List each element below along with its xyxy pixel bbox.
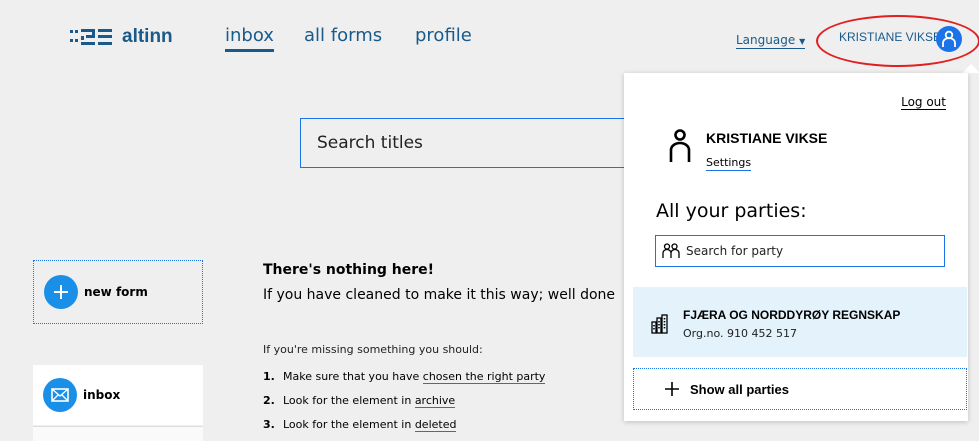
envelope-icon (43, 378, 77, 412)
missing-hint: If you're missing something you should: (263, 343, 483, 356)
party-search-input[interactable] (686, 244, 926, 258)
nav-profile[interactable]: profile (415, 25, 472, 46)
party-org-number: Org.no. 910 452 517 (683, 327, 797, 340)
dropdown-caret (962, 64, 979, 73)
search-input[interactable] (317, 133, 617, 153)
people-icon (662, 243, 680, 258)
language-label: Language (736, 33, 796, 47)
nav-inbox[interactable]: inbox (225, 25, 274, 52)
empty-state-subtitle: If you have cleaned to make it this way;… (263, 287, 616, 303)
person-icon (669, 129, 691, 162)
show-all-parties-button[interactable]: Show all parties (633, 368, 967, 410)
archive-link[interactable]: archive (414, 394, 456, 408)
plus-icon (44, 275, 78, 309)
parties-heading: All your parties: (656, 200, 807, 222)
profile-name: KRISTIANE VIKSE (706, 130, 828, 146)
plus-icon (665, 382, 679, 396)
chosen-party-link[interactable]: chosen the right party (422, 370, 546, 384)
language-menu[interactable]: Language ▼ (736, 33, 806, 49)
caret-down-icon: ▼ (799, 37, 806, 46)
sidebar-item-label: inbox (83, 388, 121, 402)
highlight-annotation (816, 15, 979, 67)
profile-dropdown: Log out KRISTIANE VIKSE Settings All you… (624, 73, 968, 421)
new-form-label: new form (84, 285, 148, 299)
list-item: 3. Look for the element in deleted (263, 418, 457, 432)
show-all-label: Show all parties (690, 381, 789, 397)
search-box[interactable] (300, 118, 660, 168)
party-name: FJÆRA OG NORDDYRØY REGNSKAP (683, 308, 901, 322)
sidebar-item-inbox[interactable]: inbox (33, 365, 203, 425)
party-search-box[interactable] (655, 235, 945, 267)
nav-all-forms[interactable]: all forms (304, 25, 382, 46)
list-item: 1. Make sure that you have chosen the rig… (263, 370, 546, 384)
tips-list: 1. Make sure that you have chosen the rig… (263, 370, 546, 441)
sidebar-item-next[interactable] (33, 426, 203, 441)
settings-link[interactable]: Settings (706, 156, 752, 171)
brand-name: altinn (122, 26, 173, 47)
logout-link[interactable]: Log out (901, 95, 946, 110)
new-form-button[interactable]: new form (33, 260, 203, 324)
list-item: 2. Look for the element in archive (263, 394, 456, 408)
altinn-logo[interactable]: altinn (70, 26, 173, 48)
altinn-logo-icon (70, 29, 112, 45)
party-item[interactable]: FJÆRA OG NORDDYRØY REGNSKAP Org.no. 910 … (633, 287, 967, 357)
empty-state-title: There's nothing here! (263, 262, 435, 278)
building-icon (651, 314, 668, 334)
deleted-link[interactable]: deleted (414, 418, 457, 432)
